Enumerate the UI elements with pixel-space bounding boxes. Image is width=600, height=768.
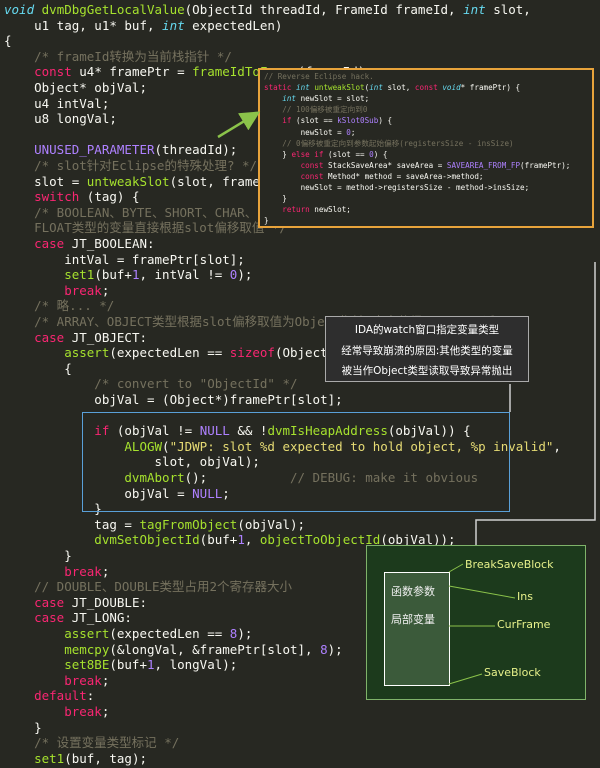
- inset-pointer-arrow: [217, 111, 261, 139]
- watch-note-line-3: 被当作Object类型读取导致异常抛出: [341, 365, 513, 377]
- watch-note-line-2: 经常导致崩溃的原因:其他类型的变量: [341, 345, 513, 357]
- heap-check-highlight: [82, 412, 510, 512]
- stack-frame-diagram: 函数参数 局部变量 BreakSaveBlock Ins CurFrame Sa…: [366, 545, 586, 700]
- stack-pointer-lines: [448, 563, 516, 685]
- watch-note-line-1: IDA的watch窗口指定变量类型: [354, 324, 500, 336]
- watch-note-box: IDA的watch窗口指定变量类型 经常导致崩溃的原因:其他类型的变量 被当作O…: [325, 316, 529, 382]
